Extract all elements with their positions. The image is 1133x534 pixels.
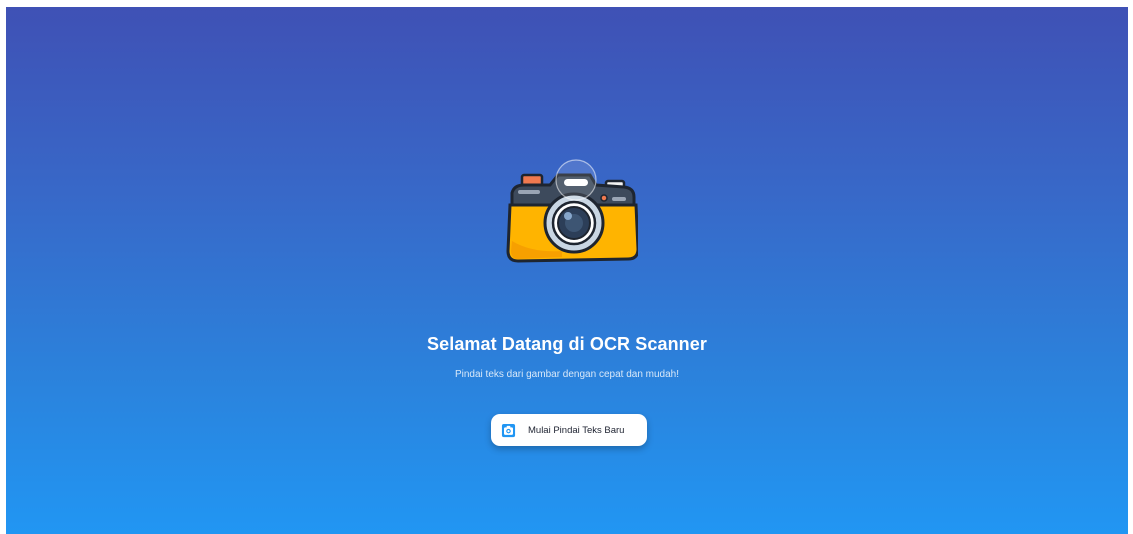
camera-icon xyxy=(501,423,516,437)
camera-illustration-icon xyxy=(506,159,638,263)
welcome-screen: Selamat Datang di OCR Scanner Pindai tek… xyxy=(6,7,1128,534)
welcome-subtitle: Pindai teks dari gambar dengan cepat dan… xyxy=(454,369,680,380)
start-scan-button-label: Mulai Pindai Teks Baru xyxy=(528,424,625,436)
welcome-title: Selamat Datang di OCR Scanner xyxy=(427,334,707,354)
start-scan-button[interactable]: Mulai Pindai Teks Baru xyxy=(491,414,647,446)
